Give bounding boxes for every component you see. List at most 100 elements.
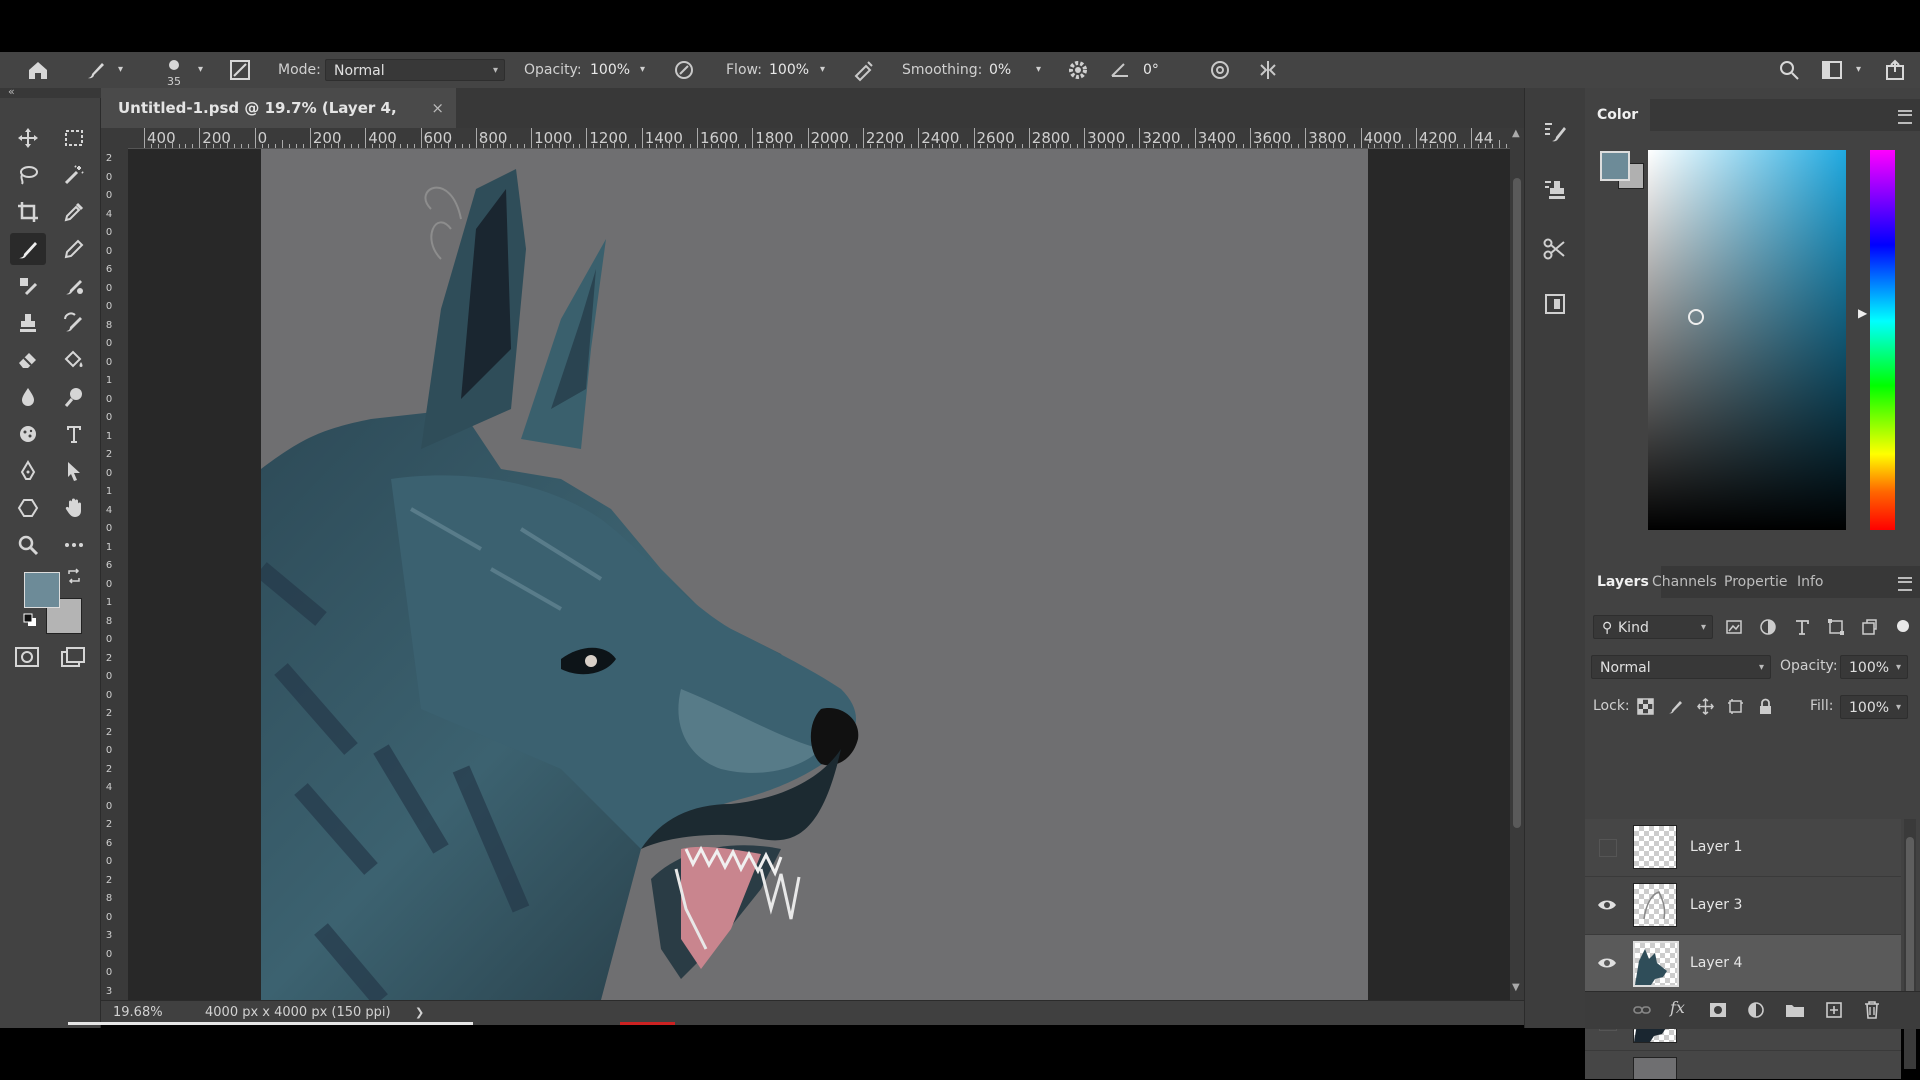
history-brush-tool[interactable] bbox=[56, 307, 92, 339]
brush-tool-preset-icon[interactable] bbox=[84, 58, 108, 82]
lock-artboard-icon[interactable] bbox=[1727, 698, 1744, 715]
saturation-brightness-picker[interactable] bbox=[1648, 150, 1846, 530]
flow-chevron[interactable]: ▾ bbox=[820, 52, 825, 88]
brush-settings-icon[interactable] bbox=[228, 58, 252, 82]
hue-slider[interactable] bbox=[1870, 150, 1895, 530]
layer-effects-icon[interactable]: fx bbox=[1670, 998, 1685, 1017]
eyedropper-tool[interactable] bbox=[56, 196, 92, 228]
filter-smart-object-icon[interactable] bbox=[1860, 618, 1878, 636]
layer-1-visibility-toggle[interactable] bbox=[1599, 839, 1617, 857]
swap-colors-icon[interactable] bbox=[66, 568, 82, 584]
pressure-opacity-icon[interactable] bbox=[672, 58, 696, 82]
type-tool[interactable] bbox=[56, 418, 92, 450]
smoothing-chevron[interactable]: ▾ bbox=[1036, 52, 1041, 88]
layer-1-name[interactable]: Layer 1 bbox=[1690, 819, 1742, 876]
layer-4-name[interactable]: Layer 4 bbox=[1690, 935, 1742, 992]
brush-size-chevron[interactable]: ▾ bbox=[198, 52, 203, 88]
libraries-panel-button[interactable] bbox=[1539, 288, 1571, 320]
layer-blend-mode-select[interactable]: Normal ▾ bbox=[1591, 655, 1771, 679]
color-picker-cursor[interactable] bbox=[1688, 309, 1704, 325]
pencil-tool[interactable] bbox=[56, 233, 92, 265]
tool-presets-panel-button[interactable] bbox=[1539, 233, 1571, 265]
preset-chevron[interactable]: ▾ bbox=[118, 52, 123, 88]
pressure-size-icon[interactable] bbox=[1208, 58, 1232, 82]
document-canvas[interactable] bbox=[261, 149, 1368, 1000]
filter-pixel-icon[interactable] bbox=[1725, 618, 1743, 636]
scroll-down-icon[interactable]: ▼ bbox=[1512, 982, 1520, 993]
lock-image-pixels-icon[interactable] bbox=[1667, 698, 1684, 715]
marquee-tool[interactable] bbox=[56, 122, 92, 154]
layer-filter-kind-select[interactable]: ⚲ Kind ▾ bbox=[1593, 615, 1713, 639]
dodge-tool[interactable] bbox=[56, 381, 92, 413]
paint-bucket-tool[interactable] bbox=[56, 344, 92, 376]
filter-adjustment-icon[interactable] bbox=[1759, 618, 1777, 636]
color-panel-menu-icon[interactable] bbox=[1898, 110, 1912, 124]
link-layers-icon[interactable] bbox=[1633, 1002, 1651, 1018]
layers-panel-tab-layers[interactable]: Layers bbox=[1585, 566, 1661, 598]
clone-source-panel-button[interactable] bbox=[1539, 174, 1571, 206]
3d-material-tool[interactable] bbox=[10, 418, 46, 450]
document-tab-close-icon[interactable]: × bbox=[431, 88, 444, 128]
symmetry-icon[interactable] bbox=[1256, 58, 1280, 82]
hand-tool[interactable] bbox=[56, 492, 92, 524]
lock-position-icon[interactable] bbox=[1697, 698, 1714, 715]
layers-panel-tab-channels[interactable]: Channels bbox=[1652, 566, 1717, 598]
scrollbar-thumb[interactable] bbox=[1513, 178, 1521, 828]
stamp-tool[interactable] bbox=[10, 307, 46, 339]
scroll-up-icon[interactable]: ▲ bbox=[1512, 128, 1520, 139]
workspace-chevron[interactable]: ▾ bbox=[1856, 52, 1861, 88]
mode-select[interactable]: Normal ▾ bbox=[325, 59, 505, 81]
lasso-tool[interactable] bbox=[10, 159, 46, 191]
smoothing-settings-gear-icon[interactable] bbox=[1066, 58, 1090, 82]
blur-tool[interactable] bbox=[10, 381, 46, 413]
layer-3-name[interactable]: Layer 3 bbox=[1690, 877, 1742, 934]
layer-3-eye-icon[interactable] bbox=[1597, 895, 1617, 915]
layers-panel-tab-propertie[interactable]: Propertie bbox=[1724, 566, 1787, 598]
new-layer-icon[interactable] bbox=[1825, 1001, 1843, 1019]
foreground-color-swatch[interactable] bbox=[24, 572, 60, 608]
color-panel-tab[interactable]: Color bbox=[1585, 99, 1651, 131]
lock-all-icon[interactable] bbox=[1757, 698, 1774, 715]
layer-row-layer-3[interactable]: Layer 3 bbox=[1585, 877, 1901, 935]
filter-toggle-icon[interactable] bbox=[1897, 620, 1909, 632]
filter-type-icon[interactable] bbox=[1793, 618, 1811, 636]
horizontal-ruler[interactable]: 400 200 0 200 400 600 800 1000 1200 1400 1600 1800 2… bbox=[128, 128, 1510, 149]
pen-tool[interactable] bbox=[10, 455, 46, 487]
document-tab[interactable]: Untitled-1.psd @ 19.7% (Layer 4, RGB/8) … bbox=[101, 88, 456, 157]
vertical-ruler[interactable]: 2 0 0 4 0 0 6 0 0 8 0 0 1 0 0 1 2 0 1 4 0 1 6 0 1 8 0 2 0 0 2 2 0 2 4 0 2 6 0 2… bbox=[101, 148, 129, 1000]
new-group-folder-icon[interactable] bbox=[1785, 1001, 1805, 1019]
brush-settings-panel-button[interactable] bbox=[1539, 116, 1571, 148]
magic-wand-tool[interactable] bbox=[56, 159, 92, 191]
hue-slider-marker-icon[interactable]: ▶ bbox=[1858, 306, 1867, 320]
canvas-pasteboard[interactable] bbox=[128, 149, 1510, 1000]
crop-tool[interactable] bbox=[10, 196, 46, 228]
clone-stamp-tool[interactable] bbox=[10, 270, 46, 302]
more-tools[interactable] bbox=[56, 529, 92, 561]
flow-input[interactable]: 100% bbox=[769, 52, 809, 88]
canvas-vertical-scrollbar[interactable]: ▲ ▼ bbox=[1510, 128, 1524, 1000]
move-tool[interactable] bbox=[10, 122, 46, 154]
lock-transparent-pixels-icon[interactable] bbox=[1637, 698, 1654, 715]
filter-shape-icon[interactable] bbox=[1827, 618, 1845, 636]
layers-panel-menu-icon[interactable] bbox=[1898, 577, 1912, 591]
layers-scrollbar[interactable] bbox=[1904, 819, 1916, 1069]
angle-input[interactable]: 0° bbox=[1143, 52, 1159, 88]
share-icon[interactable] bbox=[1883, 58, 1907, 82]
layers-scrollbar-thumb[interactable] bbox=[1906, 837, 1914, 1017]
brush-tool[interactable] bbox=[10, 233, 46, 265]
path-selection-tool[interactable] bbox=[56, 455, 92, 487]
shape-tool[interactable] bbox=[10, 492, 46, 524]
mixer-brush-tool[interactable] bbox=[56, 270, 92, 302]
toolbar-collapse-icon[interactable]: « bbox=[8, 85, 15, 98]
zoom-tool[interactable] bbox=[10, 529, 46, 561]
opacity-chevron[interactable]: ▾ bbox=[640, 52, 645, 88]
layers-panel-tab-info[interactable]: Info bbox=[1797, 566, 1824, 598]
quick-mask-icon[interactable] bbox=[14, 646, 40, 668]
airbrush-icon[interactable] bbox=[852, 58, 876, 82]
layer-row-layer-1[interactable]: Layer 1 bbox=[1585, 819, 1901, 877]
delete-layer-trash-icon[interactable] bbox=[1863, 1000, 1881, 1020]
smoothing-input[interactable]: 0% bbox=[989, 52, 1011, 88]
layer-opacity-input[interactable]: 100% ▾ bbox=[1840, 655, 1908, 679]
eraser-tool[interactable] bbox=[10, 344, 46, 376]
add-mask-icon[interactable] bbox=[1709, 1001, 1727, 1019]
